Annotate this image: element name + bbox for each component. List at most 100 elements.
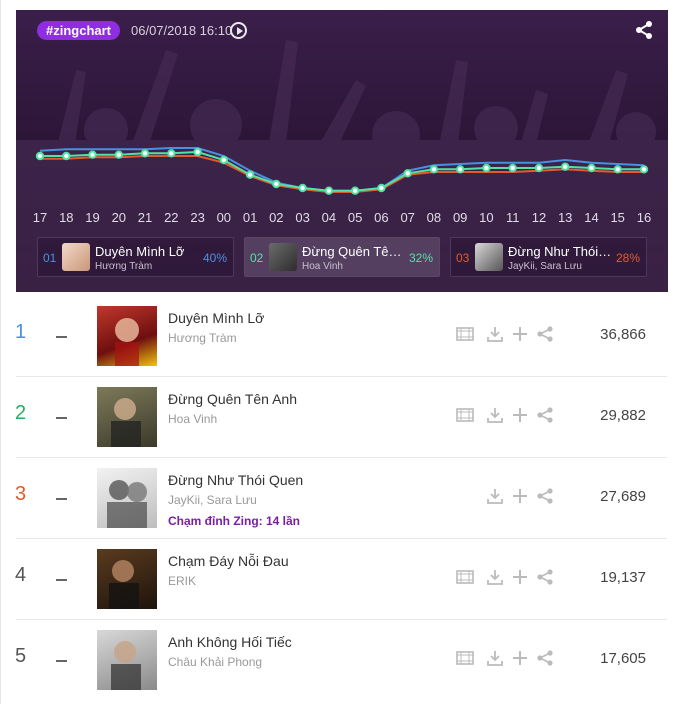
song-row[interactable]: 2 Đừng Quên Tên Anh Hoa Vinh 29,882 xyxy=(1,377,685,458)
top-card-rank: 02 xyxy=(250,251,264,265)
rank-number: 2 xyxy=(15,402,27,424)
song-artist[interactable]: Hoa Vinh xyxy=(168,412,217,426)
song-artist[interactable]: Hương Tràm xyxy=(168,331,237,345)
top-card-percent: 40% xyxy=(202,251,227,265)
top-card-3[interactable]: 03 Đừng Như Thói Quen JayKii, Sara Lưu 2… xyxy=(450,237,647,277)
rank-change-icon xyxy=(56,660,67,662)
top-card-percent: 32% xyxy=(408,251,433,265)
data-point[interactable] xyxy=(456,165,465,174)
data-point[interactable] xyxy=(534,163,544,173)
data-point[interactable] xyxy=(587,163,596,173)
top-card-rank: 01 xyxy=(43,251,57,265)
data-point[interactable] xyxy=(403,169,412,178)
data-point[interactable] xyxy=(272,179,281,189)
song-title[interactable]: Đừng Quên Tên Anh xyxy=(168,391,297,407)
download-icon[interactable] xyxy=(486,325,504,343)
data-point[interactable] xyxy=(639,165,649,174)
rank-change-icon xyxy=(56,336,67,338)
mv-icon[interactable] xyxy=(456,568,474,586)
top-card-rank: 03 xyxy=(456,251,470,265)
data-point[interactable] xyxy=(35,151,45,161)
add-icon[interactable] xyxy=(511,406,529,424)
data-point[interactable] xyxy=(88,150,97,159)
top-card-1[interactable]: 01 Duyên Mình Lỡ Hương Tràm 40% xyxy=(37,237,234,277)
song-title[interactable]: Chạm Đáy Nỗi Đau xyxy=(168,553,289,569)
song-cover[interactable] xyxy=(97,468,157,528)
song-row[interactable]: 3 Đừng Như Thói Quen JayKii, Sara Lưu Ch… xyxy=(1,458,685,539)
song-actions xyxy=(456,568,556,588)
share-icon[interactable] xyxy=(536,325,554,343)
mv-icon[interactable] xyxy=(456,649,474,667)
song-cover[interactable] xyxy=(97,630,157,690)
top-card-title: Đừng Như Thói Quen xyxy=(508,244,613,259)
song-row[interactable]: 1 Duyên Mình Lỡ Hương Tràm 36,866 xyxy=(1,296,685,377)
rank-change-icon xyxy=(56,417,67,419)
song-artist[interactable]: ERIK xyxy=(168,574,196,588)
data-point[interactable] xyxy=(613,165,622,174)
share-icon[interactable] xyxy=(536,487,554,505)
song-artist[interactable]: JayKii, Sara Lưu xyxy=(168,493,257,507)
share-icon[interactable] xyxy=(536,406,554,424)
top-card-title: Duyên Mình Lỡ xyxy=(95,244,185,259)
data-point[interactable] xyxy=(561,162,570,171)
song-actions xyxy=(456,649,556,669)
download-icon[interactable] xyxy=(486,406,504,424)
play-count: 17,605 xyxy=(600,650,646,667)
download-icon[interactable] xyxy=(486,649,504,667)
song-actions xyxy=(456,487,556,507)
add-icon[interactable] xyxy=(511,487,529,505)
song-row[interactable]: 5 Anh Không Hối Tiếc Châu Khải Phong 17,… xyxy=(1,620,685,701)
hour-axis: 17 18 19 20 21 22 23 00 01 02 03 04 05 06 07 08 09 10 11 12… xyxy=(16,210,668,228)
top-card-thumbnail xyxy=(475,243,503,271)
top-card-thumbnail xyxy=(62,243,90,271)
song-row[interactable]: 4 Chạm Đáy Nỗi Đau ERIK 19,137 xyxy=(1,539,685,620)
mv-icon[interactable] xyxy=(456,325,474,343)
rank-number: 4 xyxy=(15,564,27,586)
data-point[interactable] xyxy=(62,151,71,161)
song-title[interactable]: Đừng Như Thói Quen xyxy=(168,472,303,488)
rank-number: 5 xyxy=(15,645,27,667)
x-tick-label: 16 xyxy=(636,210,652,225)
series-line-2 xyxy=(40,150,644,192)
song-title[interactable]: Duyên Mình Lỡ xyxy=(168,310,264,326)
song-actions xyxy=(456,325,556,345)
data-point[interactable] xyxy=(245,170,255,179)
top-card-artist: Hương Tràm xyxy=(95,261,153,272)
top-card-thumbnail xyxy=(269,243,297,271)
data-point[interactable] xyxy=(508,163,517,173)
top-card-artist: Hoa Vinh xyxy=(302,261,343,272)
data-point[interactable] xyxy=(298,183,307,193)
rank-change-icon xyxy=(56,579,67,581)
data-point[interactable] xyxy=(219,155,229,165)
data-point[interactable] xyxy=(350,186,360,195)
top-card-percent: 28% xyxy=(615,251,640,265)
data-point[interactable] xyxy=(193,147,202,157)
data-point[interactable] xyxy=(377,183,386,193)
play-count: 27,689 xyxy=(600,488,646,505)
song-artist[interactable]: Châu Khải Phong xyxy=(168,655,262,669)
download-icon[interactable] xyxy=(486,568,504,586)
download-icon[interactable] xyxy=(486,487,504,505)
song-cover[interactable] xyxy=(97,549,157,609)
rank-change-icon xyxy=(56,498,67,500)
add-icon[interactable] xyxy=(511,325,529,343)
mv-icon[interactable] xyxy=(456,406,474,424)
data-point[interactable] xyxy=(324,186,334,195)
rank-number: 3 xyxy=(15,483,27,505)
song-cover[interactable] xyxy=(97,306,157,366)
add-icon[interactable] xyxy=(511,649,529,667)
data-point[interactable] xyxy=(140,149,150,158)
rank-number: 1 xyxy=(15,321,27,343)
data-point[interactable] xyxy=(167,149,176,158)
add-icon[interactable] xyxy=(511,568,529,586)
top-card-2[interactable]: 02 Đừng Quên Tên Anh Hoa Vinh 32% xyxy=(244,237,440,277)
data-point[interactable] xyxy=(482,163,491,173)
chart-panel: #zingchart 06/07/2018 16:10 17 18 19 20 21 22… xyxy=(16,10,668,292)
data-point[interactable] xyxy=(429,165,439,174)
song-title[interactable]: Anh Không Hối Tiếc xyxy=(168,634,292,650)
share-icon[interactable] xyxy=(536,649,554,667)
share-icon[interactable] xyxy=(536,568,554,586)
song-cover[interactable] xyxy=(97,387,157,447)
data-point[interactable] xyxy=(114,150,124,159)
play-count: 29,882 xyxy=(600,407,646,424)
